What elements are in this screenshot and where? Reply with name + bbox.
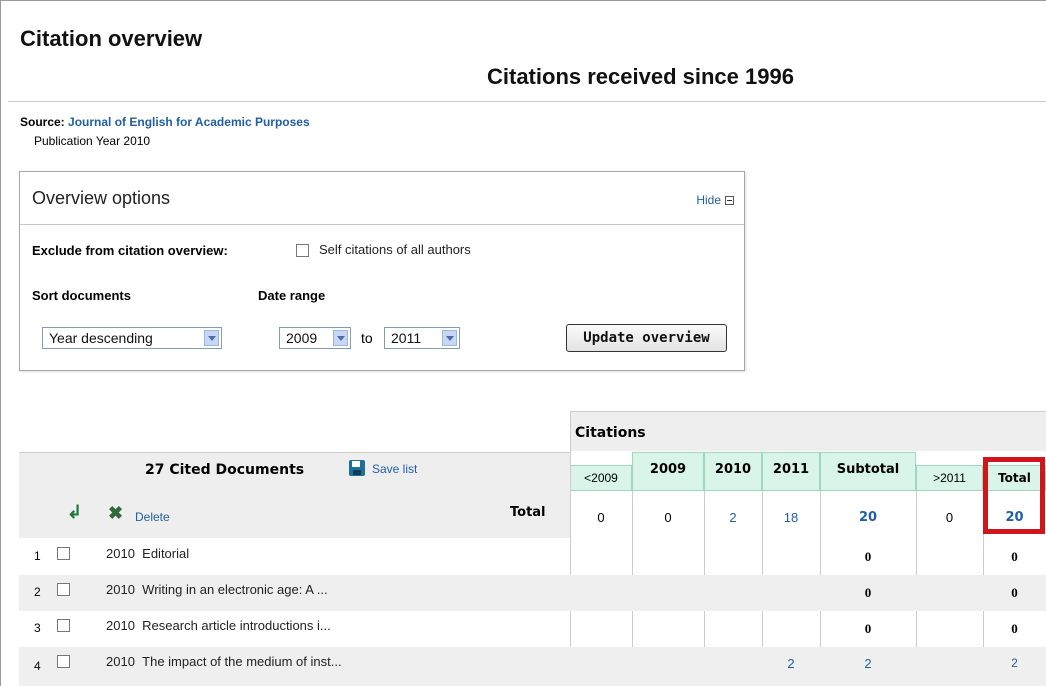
- save-list-link[interactable]: Save list: [372, 462, 417, 476]
- chevron-down-icon: [204, 330, 219, 346]
- row-title: Writing in an electronic age: A ...: [142, 582, 328, 597]
- collapse-icon: [725, 195, 734, 205]
- source-line: Source: Journal of English for Academic …: [20, 115, 310, 129]
- row-subtotal: 0: [864, 585, 872, 600]
- row-title: Editorial: [142, 546, 190, 561]
- date-from-select[interactable]: 2009: [279, 327, 351, 349]
- overview-options-panel: Overview options Hide Exclude from citat…: [19, 171, 745, 371]
- row-checkbox[interactable]: [57, 583, 70, 596]
- publication-year: Publication Year 2010: [34, 134, 151, 148]
- save-icon[interactable]: [349, 460, 365, 476]
- total-after-2011: 0: [945, 510, 954, 525]
- cited-documents-count: 27 Cited Documents: [145, 462, 305, 478]
- hide-options-link[interactable]: Hide: [696, 193, 734, 207]
- row-2011-link[interactable]: 2: [762, 656, 820, 671]
- chevron-down-icon: [333, 330, 348, 346]
- row-subtotal-link[interactable]: 2: [820, 656, 916, 671]
- row-title: The impact of the medium of inst...: [142, 654, 342, 669]
- row-checkbox[interactable]: [57, 619, 70, 632]
- row-total: 0: [1011, 549, 1018, 564]
- col-header-after-2011: >2011: [916, 465, 983, 491]
- delete-icon[interactable]: ✖: [108, 504, 123, 522]
- chevron-down-icon: [442, 330, 457, 346]
- row-document[interactable]: 2010 Editorial: [106, 546, 189, 561]
- total-2010-link[interactable]: 2: [704, 510, 762, 525]
- row-number: 3: [34, 621, 41, 635]
- row-year: 2010: [106, 582, 135, 597]
- exclude-label: Exclude from citation overview:: [32, 243, 228, 258]
- row-document[interactable]: 2010 Writing in an electronic age: A ...: [106, 582, 328, 597]
- date-range-label: Date range: [258, 288, 326, 303]
- self-citations-label: Self citations of all authors: [319, 242, 471, 257]
- total-2011-link[interactable]: 18: [762, 510, 820, 525]
- col-header-2010: 2010: [704, 452, 762, 491]
- date-to-value: 2011: [391, 330, 422, 346]
- down-arrow-icon[interactable]: ↲: [67, 502, 82, 523]
- total-subtotal-link[interactable]: 20: [820, 510, 916, 525]
- update-overview-button[interactable]: Update overview: [566, 324, 727, 352]
- row-subtotal: 0: [864, 549, 872, 564]
- overview-options-header: Overview options Hide: [20, 172, 744, 225]
- page-subtitle: Citations received since 1996: [487, 64, 794, 89]
- header-divider: [8, 101, 1046, 102]
- row-number: 2: [34, 585, 41, 599]
- overview-options-title: Overview options: [32, 188, 171, 208]
- highlight-box: [983, 457, 1045, 534]
- col-header-2011: 2011: [762, 452, 820, 491]
- row-year: 2010: [106, 546, 135, 561]
- row-total: 0: [1011, 585, 1018, 600]
- col-header-subtotal: Subtotal: [820, 452, 916, 491]
- self-citations-checkbox[interactable]: [296, 244, 309, 257]
- row-title: Research article introductions i...: [142, 618, 331, 633]
- to-label: to: [361, 330, 373, 346]
- total-2009: 0: [664, 510, 672, 525]
- source-journal-link[interactable]: Journal of English for Academic Purposes: [68, 115, 310, 129]
- total-before-2009: 0: [597, 510, 605, 525]
- row-subtotal: 0: [864, 621, 872, 636]
- row-document[interactable]: 2010 The impact of the medium of inst...: [106, 654, 342, 669]
- hide-label: Hide: [696, 193, 721, 207]
- row-document[interactable]: 2010 Research article introductions i...: [106, 618, 331, 633]
- row-checkbox[interactable]: [57, 547, 70, 560]
- page-title: Citation overview: [20, 26, 203, 51]
- row-total: 0: [1011, 621, 1018, 636]
- col-header-before-2009: <2009: [570, 465, 632, 491]
- row-number: 4: [34, 659, 41, 673]
- date-from-value: 2009: [286, 330, 318, 346]
- col-header-2009: 2009: [632, 452, 704, 491]
- sort-documents-label: Sort documents: [32, 288, 131, 303]
- total-row-label: Total: [510, 505, 546, 520]
- row-number: 1: [34, 549, 41, 563]
- row-year: 2010: [106, 654, 135, 669]
- row-year: 2010: [106, 618, 135, 633]
- row-total-link[interactable]: 2: [983, 656, 1046, 670]
- date-to-select[interactable]: 2011: [384, 327, 460, 349]
- row-checkbox[interactable]: [57, 655, 70, 668]
- source-label: Source:: [20, 115, 65, 129]
- citations-label: Citations: [575, 425, 646, 441]
- delete-link[interactable]: Delete: [135, 510, 170, 524]
- sort-select[interactable]: Year descending: [42, 327, 222, 349]
- sort-select-value: Year descending: [49, 330, 153, 346]
